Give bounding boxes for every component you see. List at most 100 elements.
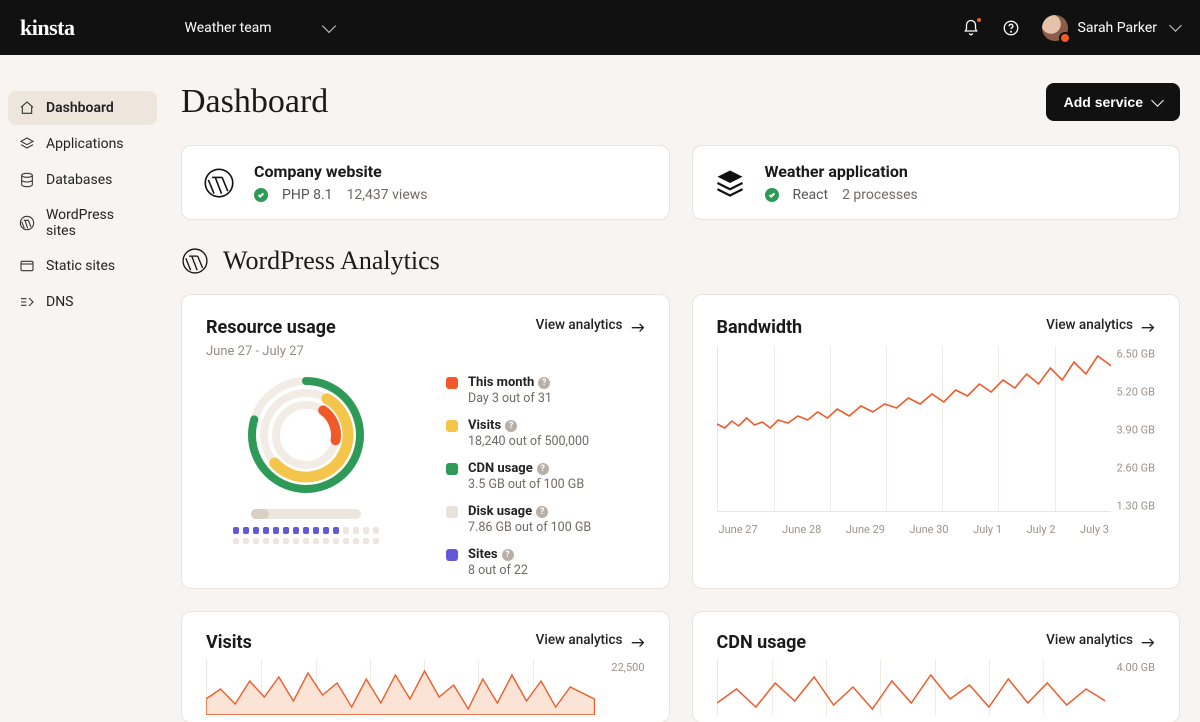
user-name: Sarah Parker [1078, 20, 1157, 36]
y-tick: 6.50 GB [1116, 347, 1155, 360]
arrow-right-icon [631, 320, 645, 330]
legend-item: Sites?8 out of 22 [446, 547, 645, 578]
sidebar-item-wordpress[interactable]: WordPress sites [8, 199, 157, 247]
legend-swatch [446, 506, 458, 518]
sidebar-item-label: Applications [46, 136, 124, 152]
legend-swatch [446, 377, 458, 389]
wordpress-icon [202, 166, 236, 200]
avatar [1042, 15, 1068, 41]
bandwidth-chart: 6.50 GB 5.20 GB 3.90 GB 2.60 GB 1.30 GB … [717, 346, 1156, 536]
x-tick: July 1 [973, 523, 1002, 536]
section-title: WordPress Analytics [223, 246, 440, 276]
top-bar: kinsta Weather team Sarah Parker [0, 0, 1200, 55]
x-tick: July 3 [1080, 523, 1109, 536]
app-card-company-website[interactable]: Company website PHP 8.1 12,437 views [181, 145, 670, 220]
sidebar-item-databases[interactable]: Databases [8, 163, 157, 197]
wordpress-icon [181, 247, 209, 275]
check-icon [254, 188, 268, 202]
arrow-right-icon [1141, 320, 1155, 330]
donut-chart [206, 375, 406, 590]
app-tech: PHP 8.1 [282, 187, 333, 203]
app-card-weather-application[interactable]: Weather application React 2 processes [692, 145, 1181, 220]
sidebar-item-label: DNS [46, 294, 74, 310]
y-tick: 1.30 GB [1116, 499, 1155, 512]
notification-dot [976, 17, 982, 23]
notifications-button[interactable] [962, 19, 980, 37]
y-tick: 5.20 GB [1116, 385, 1155, 398]
team-selector[interactable]: Weather team [184, 20, 333, 36]
legend-item: Visits?18,240 out of 500,000 [446, 418, 645, 449]
y-tick: 3.90 GB [1116, 423, 1155, 436]
sidebar-item-dashboard[interactable]: Dashboard [8, 91, 157, 125]
sidebar-item-label: Databases [46, 172, 112, 188]
x-tick: June 27 [719, 523, 758, 536]
app-metric: 2 processes [842, 187, 918, 203]
legend-swatch [446, 549, 458, 561]
cdn-usage-card: CDN usage View analytics [692, 611, 1181, 722]
chevron-down-icon [1151, 94, 1164, 107]
sidebar-item-label: Static sites [46, 258, 115, 274]
x-tick: July 2 [1027, 523, 1056, 536]
legend: This month?Day 3 out of 31 Visits?18,240… [446, 375, 645, 590]
card-title: Bandwidth [717, 317, 803, 338]
arrow-right-icon [1141, 635, 1155, 645]
team-name: Weather team [184, 20, 271, 36]
y-tick: 22,500 [611, 661, 644, 674]
page-title: Dashboard [181, 83, 328, 121]
main-content: Dashboard Add service Company website PH… [165, 55, 1200, 722]
y-tick: 4.00 GB [1116, 661, 1155, 674]
app-name: Company website [254, 162, 428, 181]
sidebar-item-label: WordPress sites [46, 207, 147, 239]
browser-icon [18, 257, 36, 275]
sidebar-item-applications[interactable]: Applications [8, 127, 157, 161]
sidebar: Dashboard Applications Databases WordPre… [0, 55, 165, 722]
view-analytics-link[interactable]: View analytics [1046, 632, 1155, 648]
card-title: CDN usage [717, 632, 807, 653]
card-title: Resource usage [206, 317, 336, 338]
legend-swatch [446, 463, 458, 475]
database-icon [18, 171, 36, 189]
y-tick: 2.60 GB [1116, 461, 1155, 474]
info-icon[interactable]: ? [502, 549, 514, 561]
x-tick: June 30 [909, 523, 948, 536]
info-icon[interactable]: ? [505, 420, 517, 432]
app-tech: React [793, 187, 829, 203]
legend-item: Disk usage?7.86 GB out of 100 GB [446, 504, 645, 535]
view-analytics-link[interactable]: View analytics [536, 317, 645, 333]
bandwidth-card: Bandwidth View analytics 6.50 GB 5.20 GB… [692, 294, 1181, 589]
resource-usage-card: Resource usage June 27 - July 27 View an… [181, 294, 670, 589]
app-name: Weather application [765, 162, 918, 181]
x-tick: June 29 [846, 523, 885, 536]
user-menu[interactable]: Sarah Parker [1042, 15, 1180, 41]
chevron-down-icon [1169, 19, 1182, 32]
section-heading: WordPress Analytics [181, 246, 1180, 276]
visits-card: Visits View analytics [181, 611, 670, 722]
cdn-chart: 4.00 GB [717, 659, 1156, 715]
logo[interactable]: kinsta [20, 15, 74, 41]
info-icon[interactable]: ? [536, 506, 548, 518]
avatar-badge [1059, 32, 1071, 44]
date-range: June 27 - July 27 [206, 344, 336, 359]
help-button[interactable] [1002, 19, 1020, 37]
app-metric: 12,437 views [347, 187, 428, 203]
legend-swatch [446, 420, 458, 432]
sidebar-item-dns[interactable]: DNS [8, 285, 157, 319]
dns-icon [18, 293, 36, 311]
sites-dots [206, 527, 406, 544]
info-icon[interactable]: ? [538, 377, 550, 389]
home-icon [18, 99, 36, 117]
progress-bar [251, 509, 361, 519]
wordpress-icon [18, 214, 36, 232]
layers-icon [713, 166, 747, 200]
sidebar-item-static-sites[interactable]: Static sites [8, 249, 157, 283]
view-analytics-link[interactable]: View analytics [536, 632, 645, 648]
info-icon[interactable]: ? [537, 463, 549, 475]
arrow-right-icon [631, 635, 645, 645]
visits-chart: 22,500 [206, 659, 645, 715]
layers-icon [18, 135, 36, 153]
check-icon [765, 188, 779, 202]
add-service-button[interactable]: Add service [1046, 83, 1180, 121]
add-service-label: Add service [1064, 94, 1143, 110]
view-analytics-link[interactable]: View analytics [1046, 317, 1155, 333]
card-title: Visits [206, 632, 252, 653]
